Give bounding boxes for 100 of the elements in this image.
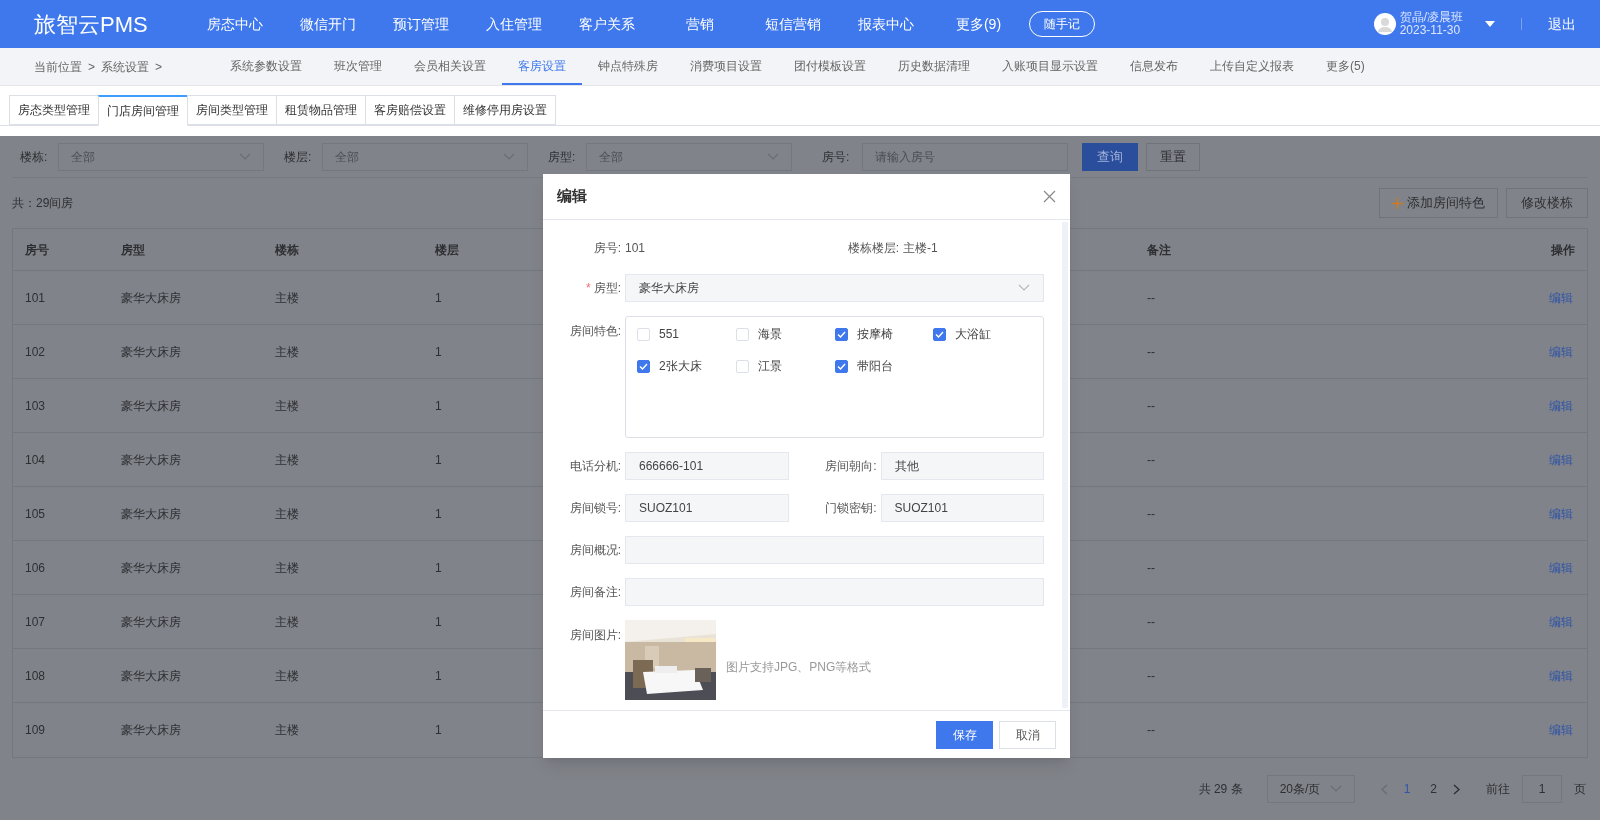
table-cell-text: -- [1147,343,1156,361]
tab[interactable]: 门店房间管理 [98,95,188,126]
next-page-icon[interactable] [1453,783,1460,795]
settings-tab[interactable]: 客房设置 [502,48,582,85]
goto-suffix: 页 [1574,781,1586,798]
check-icon [935,330,945,338]
checkbox[interactable] [933,327,947,341]
breadcrumb-item: 当前位置 [34,58,82,76]
settings-tab[interactable]: 更多(5) [1310,48,1381,85]
table-cell-text: 106 [24,559,47,577]
caret-icon[interactable] [1485,21,1495,27]
table-cell-text: 主楼 [275,667,300,685]
table-cell-text: 1 [435,559,443,577]
close-icon[interactable] [1043,190,1056,203]
table-cell-text: 102 [24,343,47,361]
settings-tab[interactable]: 班次管理 [318,48,398,85]
filter-label: 楼栋: [19,148,49,166]
table-cell-text: 104 [24,451,47,469]
tab[interactable]: 房态类型管理 [9,95,99,125]
breadcrumb-separator: > [88,58,95,76]
input-field[interactable]: SUOZ101 [880,494,1044,522]
table-cell-text: 1 [435,613,443,631]
tab[interactable]: 房间类型管理 [187,95,277,125]
field-label: 房间备注: [568,584,621,601]
tab[interactable]: 租赁物品管理 [276,95,366,125]
column-header: 楼栋 [275,241,300,259]
table-cell-text: 主楼 [275,397,300,415]
settings-tab[interactable]: 历史数据清理 [882,48,986,85]
nav-link[interactable]: 报表中心 [839,13,932,35]
logout-link[interactable]: 退出 [1548,13,1576,35]
edit-building-button[interactable]: 修改楼栋 [1506,188,1588,218]
goto-label: 前往 [1486,781,1510,798]
field-label: * 房型: [585,280,621,297]
settings-tab[interactable]: 钟点特殊房 [582,48,674,85]
nav-link[interactable]: 客户关系 [560,13,653,35]
floor-value: 主楼-1 [903,240,938,257]
cancel-button[interactable]: 取消 [999,720,1056,749]
picture-hint: 图片支持JPG、PNG等格式 [726,659,872,676]
table-cell-text: 豪华大床房 [120,451,182,469]
filter-label: 房型: [547,148,577,166]
table-cell-text: 主楼 [275,289,300,307]
settings-tab[interactable]: 会员相关设置 [398,48,502,85]
checkbox[interactable] [834,327,848,341]
table-cell-text: 豪华大床房 [120,722,182,739]
tab[interactable]: 客房赔偿设置 [365,95,455,125]
input-field[interactable] [625,536,1044,564]
goto-page-field[interactable]: 1 [1522,775,1562,803]
field-label: 房间特色: [568,323,621,340]
app-logo: 旅智云PMS [34,10,149,39]
settings-tab[interactable]: 信息发布 [1114,48,1194,85]
settings-tab[interactable]: 系统参数设置 [214,48,318,85]
table-cell-text: 108 [24,667,47,685]
table-cell-text: 1 [435,505,443,523]
nav-link[interactable]: 微信开门 [281,13,374,35]
settings-tab[interactable]: 入账项目显示设置 [986,48,1114,85]
nav-link[interactable]: 房态中心 [188,13,281,35]
table-cell-text: 豪华大床房 [120,505,182,523]
nav-link[interactable]: 短信营销 [746,13,839,35]
field-label: 门锁密钥: [824,500,877,517]
nav-link[interactable]: 预订管理 [374,13,467,35]
feature-label: 按摩椅 [856,326,893,343]
nav-link[interactable]: 营销 [653,13,746,35]
nav-link[interactable]: 更多(9) [932,13,1025,35]
query-button[interactable]: 查询 [1082,142,1138,171]
input-field[interactable] [625,578,1044,606]
table-cell-text: 1 [435,343,443,361]
check-icon [836,330,846,338]
checkbox[interactable] [834,359,848,373]
page-size-select[interactable]: 20条/页 [1266,775,1355,803]
table-cell-text: 豪华大床房 [120,289,182,307]
total-count: 共 29 条 [1198,781,1243,798]
settings-tab[interactable]: 消费项目设置 [674,48,778,85]
tab[interactable]: 维修停用房设置 [454,95,556,125]
feature-label: 大浴缸 [955,326,992,343]
column-header: 备注 [1147,241,1172,259]
input-field[interactable]: 其他 [880,452,1044,480]
breadcrumb-separator: > [155,58,163,76]
input-field[interactable]: SUOZ101 [625,494,789,522]
table-cell-text: -- [1147,505,1156,523]
add-feature-button[interactable]: 添加房间特色 [1379,188,1498,218]
table-cell-text: 主楼 [275,505,300,523]
table-cell-text: 103 [24,397,47,415]
nav-link[interactable]: 入住管理 [467,13,560,35]
field-label: 房间概况: [568,542,621,559]
input-field[interactable]: 666666-101 [625,452,789,480]
check-icon [836,362,846,370]
table-cell-text: 主楼 [275,613,300,631]
table-cell-text: 豪华大床房 [120,343,182,361]
table-cell-text: -- [1147,289,1156,307]
dialog-title: 编辑 [557,186,587,207]
reset-button[interactable]: 重置 [1146,142,1200,171]
avatar-icon [1373,13,1396,35]
checkbox[interactable] [637,359,650,373]
room-type-select[interactable]: 豪华大床房 [625,274,1044,302]
feature-label: 海景 [757,326,782,343]
save-button[interactable]: 保存 [936,720,993,749]
settings-tab[interactable]: 上传自定义报表 [1194,48,1310,85]
room-number-value: 101 [625,240,647,257]
settings-tab[interactable]: 团付模板设置 [778,48,882,85]
page-number[interactable]: 2 [1426,780,1441,798]
